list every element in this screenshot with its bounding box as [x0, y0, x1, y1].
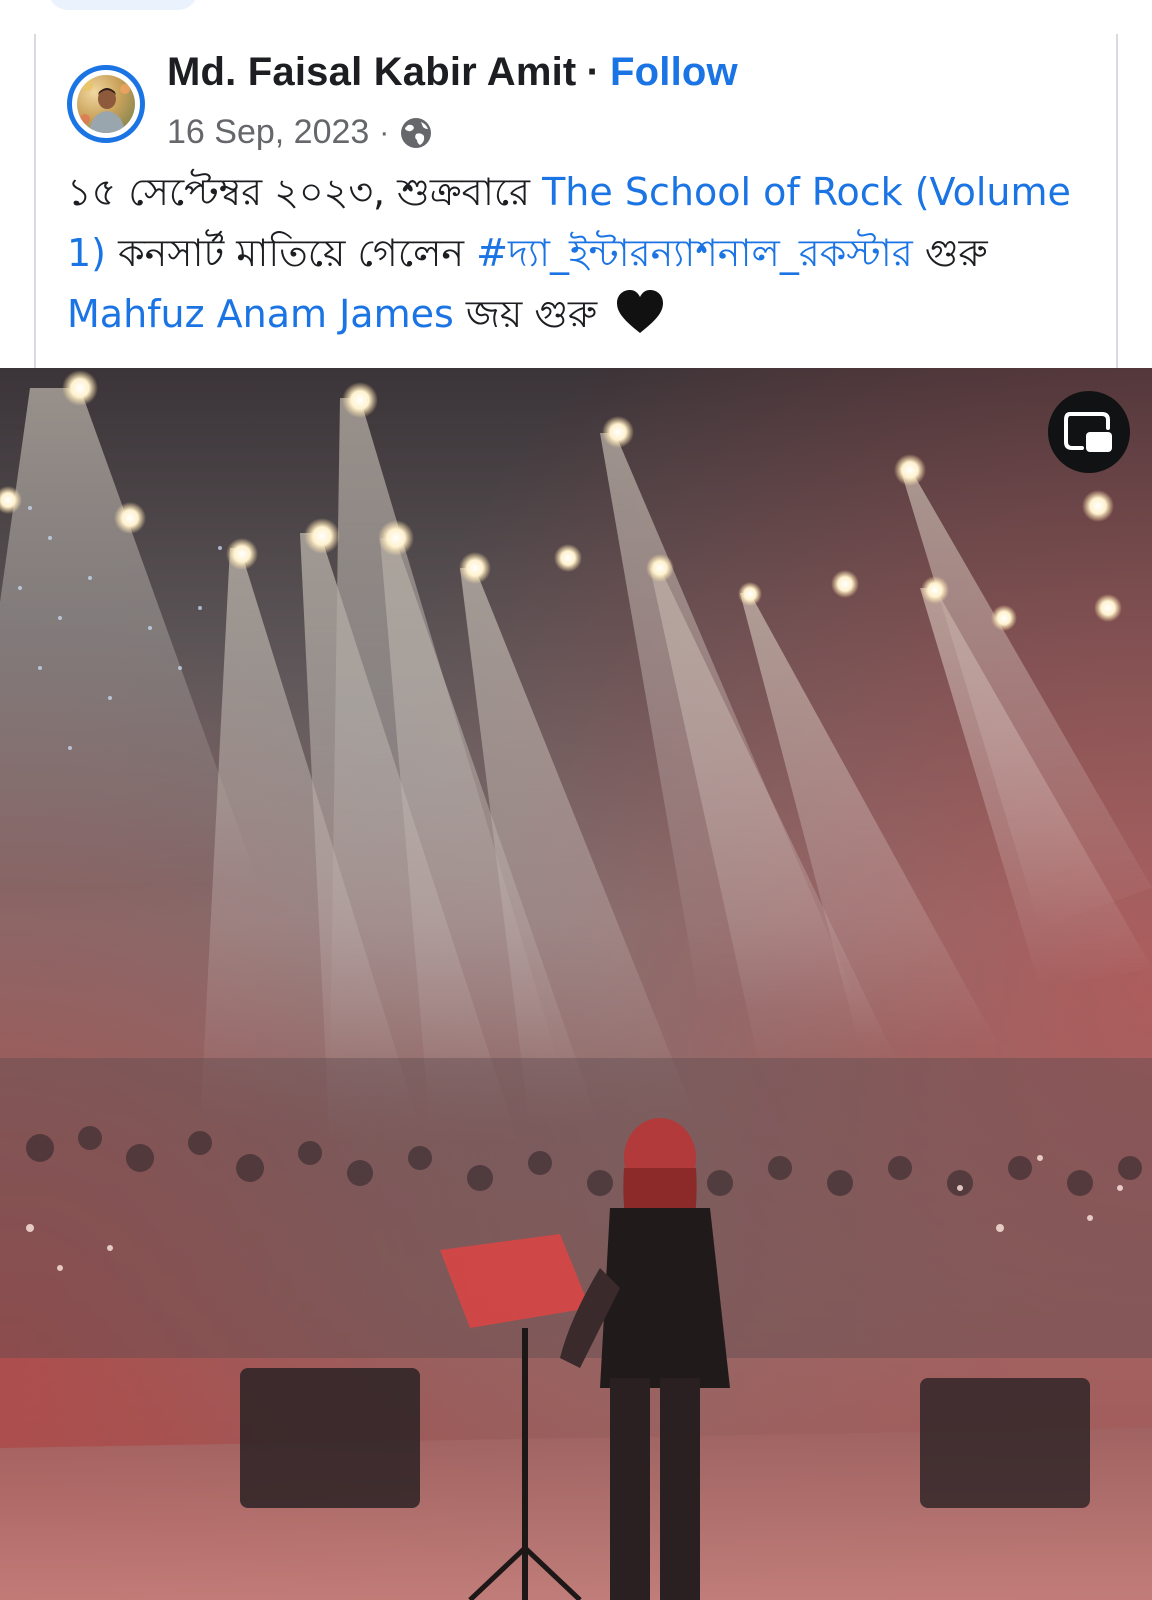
- post-text-part: কনসার্ট মাতিয়ে গেলেন: [106, 231, 477, 275]
- artist-link[interactable]: Mahfuz Anam James: [67, 292, 454, 336]
- globe-icon: [401, 117, 432, 148]
- concert-video[interactable]: [0, 368, 1152, 1600]
- concert-stage-scene: [0, 368, 1152, 1600]
- picture-in-picture-button[interactable]: [1048, 391, 1130, 473]
- meta-separator: ·: [379, 115, 390, 149]
- post-meta: 16 Sep, 2023 ·: [167, 113, 433, 152]
- avatar-photo: [77, 75, 135, 133]
- post-text-part: ১৫ সেপ্টেম্বর ২০২৩, শুক্রবারে: [67, 170, 543, 214]
- hashtag-link[interactable]: #দ্যা_ইন্টারন্যাশনাল_রকস্টার: [476, 231, 913, 275]
- post-page: Md. Faisal Kabir Amit · Follow 16 Sep, 202…: [0, 0, 1152, 1600]
- top-pill-button[interactable]: [48, 0, 198, 10]
- author-name[interactable]: Md. Faisal Kabir Amit: [167, 50, 576, 94]
- post-text-part: গুরু: [912, 231, 988, 275]
- post-text-part: জয় গুরু: [453, 292, 610, 336]
- post-text: ১৫ সেপ্টেম্বর ২০২৩, শুক্রবারে The School…: [67, 162, 1087, 345]
- post-date[interactable]: 16 Sep, 2023: [167, 113, 369, 152]
- black-heart-icon: [617, 290, 664, 333]
- picture-in-picture-icon: [1064, 412, 1112, 452]
- follow-button[interactable]: Follow: [610, 50, 738, 94]
- author-avatar[interactable]: [67, 65, 145, 143]
- author-line: Md. Faisal Kabir Amit · Follow: [167, 50, 738, 95]
- name-separator: ·: [586, 50, 600, 94]
